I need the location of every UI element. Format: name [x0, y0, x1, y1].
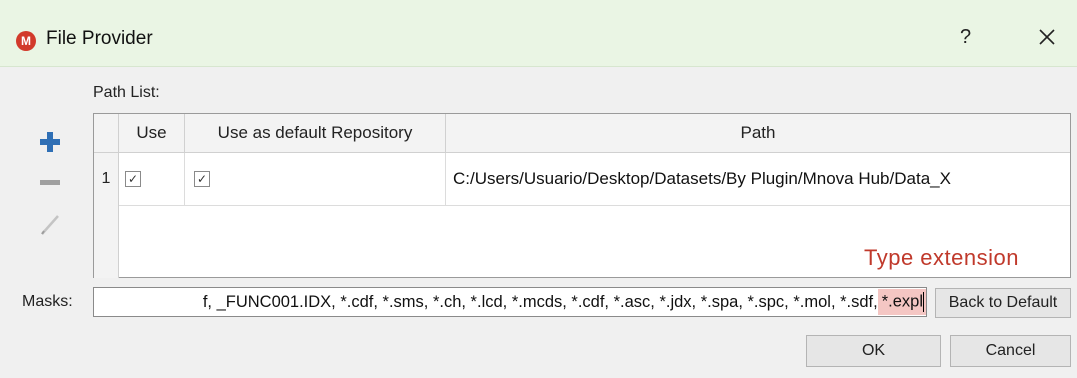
masks-highlight-text: *.expl	[881, 292, 923, 311]
masks-highlighted-extension: *.expl	[877, 289, 926, 315]
default-repository-checkbox[interactable]: ✓	[194, 171, 210, 187]
window-title: File Provider	[46, 28, 153, 49]
add-path-button[interactable]	[36, 128, 64, 156]
column-header-path[interactable]: Path	[446, 114, 1070, 152]
row-number: 1	[94, 153, 119, 205]
column-header-use[interactable]: Use	[119, 114, 185, 152]
edit-path-button[interactable]	[36, 210, 64, 238]
masks-label: Masks:	[22, 293, 73, 310]
masks-input[interactable]: f, _FUNC001.IDX, *.cdf, *.sms, *.ch, *.l…	[93, 287, 927, 317]
default-repository-cell: ✓	[185, 153, 446, 205]
type-extension-annotation: Type extension	[864, 245, 1019, 270]
pencil-icon	[41, 215, 59, 235]
path-list-label: Path List:	[93, 84, 160, 101]
path-cell[interactable]: C:/Users/Usuario/Desktop/Datasets/By Plu…	[446, 153, 1070, 205]
remove-path-button[interactable]	[36, 168, 64, 196]
minus-icon	[40, 180, 60, 185]
use-checkbox[interactable]: ✓	[125, 171, 141, 187]
plus-icon	[40, 132, 60, 152]
help-button[interactable]: ?	[960, 26, 971, 49]
close-button[interactable]	[1032, 22, 1062, 52]
mnova-app-icon: M	[16, 31, 36, 51]
table-corner	[94, 114, 119, 152]
masks-value: f, _FUNC001.IDX, *.cdf, *.sms, *.ch, *.l…	[202, 292, 878, 311]
back-to-default-button[interactable]: Back to Default	[935, 288, 1071, 318]
ok-button[interactable]: OK	[806, 335, 941, 367]
table-row[interactable]: 1 ✓ ✓ C:/Users/Usuario/Desktop/Datasets/…	[94, 153, 1070, 206]
row-header-empty	[94, 205, 119, 278]
text-caret	[923, 292, 924, 312]
close-icon	[1039, 29, 1055, 45]
title-bar: M File Provider ?	[0, 0, 1077, 67]
table-header: Use Use as default Repository Path	[94, 114, 1070, 153]
use-cell: ✓	[119, 153, 185, 205]
cancel-button[interactable]: Cancel	[950, 335, 1071, 367]
column-header-default-repository[interactable]: Use as default Repository	[185, 114, 446, 152]
